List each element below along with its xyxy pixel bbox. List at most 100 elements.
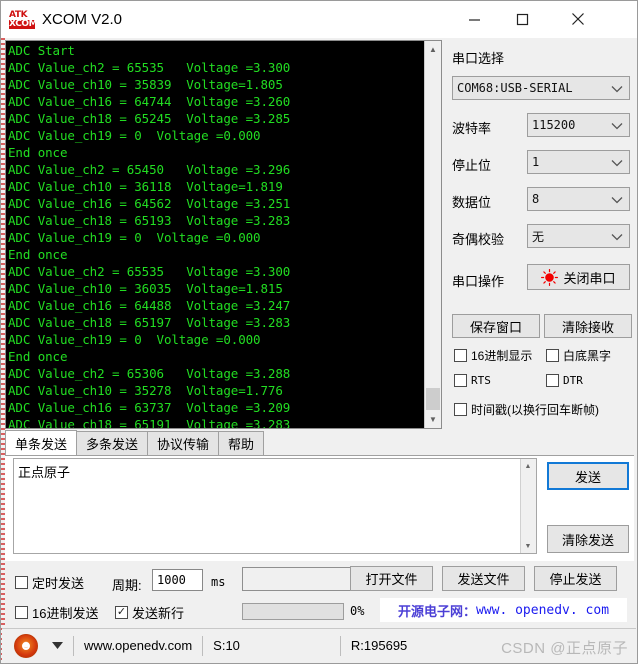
save-window-label: 保存窗口 bbox=[469, 319, 522, 335]
dtr-checkbox[interactable]: DTR bbox=[546, 374, 583, 387]
parity-select[interactable]: 无 bbox=[527, 224, 630, 248]
white-bg-checkbox[interactable]: 白底黑字 bbox=[546, 347, 611, 364]
chevron-down-icon bbox=[611, 188, 623, 212]
checkbox-box bbox=[546, 349, 559, 362]
rts-checkbox[interactable]: RTS bbox=[454, 374, 491, 387]
minimize-button[interactable] bbox=[451, 1, 497, 37]
chevron-down-icon bbox=[611, 225, 623, 249]
tab-protocol-transfer[interactable]: 协议传输 bbox=[147, 431, 220, 455]
close-button[interactable] bbox=[555, 1, 601, 37]
baudrate-select[interactable]: 115200 bbox=[527, 113, 630, 137]
send-button[interactable]: 发送 bbox=[547, 462, 629, 490]
tab-multi-send[interactable]: 多条发送 bbox=[76, 431, 149, 455]
xcom-window: ATK XCOM XCOM V2.0 ADC Start ADC Value_ch… bbox=[0, 0, 638, 664]
receive-scrollbar[interactable]: ▲ ▼ bbox=[424, 41, 441, 428]
status-divider bbox=[339, 635, 341, 656]
timed-send-checkbox[interactable]: 定时发送 bbox=[15, 573, 84, 592]
period-unit-label: ms bbox=[211, 575, 226, 589]
clear-send-button[interactable]: 清除发送 bbox=[547, 525, 629, 553]
send-file-button[interactable]: 发送文件 bbox=[442, 566, 525, 591]
timestamp-checkbox[interactable]: 时间戳(以换行回车断帧) bbox=[454, 401, 599, 418]
terminal-line: ADC Value_ch10 = 36035 Voltage=1.815 bbox=[8, 281, 283, 296]
checkbox-box bbox=[115, 606, 128, 619]
receive-text[interactable]: ADC Start ADC Value_ch2 = 65535 Voltage =… bbox=[6, 41, 424, 428]
send-textarea[interactable]: 正点原子 bbox=[14, 459, 520, 553]
rts-label: RTS bbox=[471, 374, 491, 387]
status-divider bbox=[73, 635, 74, 656]
baudrate-label: 波特率 bbox=[452, 121, 492, 136]
checkbox-box bbox=[546, 374, 559, 387]
hex-display-checkbox[interactable]: 16进制显示 bbox=[454, 347, 532, 364]
openedv-banner-en: www. openedv. com bbox=[475, 602, 610, 618]
send-newline-checkbox[interactable]: 发送新行 bbox=[115, 603, 184, 622]
scroll-down-icon[interactable]: ▼ bbox=[425, 411, 441, 428]
open-file-button[interactable]: 打开文件 bbox=[350, 566, 433, 591]
timed-send-label: 定时发送 bbox=[32, 576, 85, 591]
databits-select[interactable]: 8 bbox=[527, 187, 630, 211]
bottom-controls: 定时发送 周期: 1000 ms 16进制发送 发送新行 0% 打开文件 发送文… bbox=[5, 561, 634, 629]
openedv-logo-icon bbox=[14, 633, 38, 658]
openedv-banner: 开源电子网： www. openedv. com bbox=[380, 598, 627, 622]
databits-value: 8 bbox=[532, 192, 540, 206]
send-button-label: 发送 bbox=[574, 469, 601, 485]
send-scrollbar[interactable]: ▲ ▼ bbox=[520, 459, 536, 553]
operation-label: 串口操作 bbox=[452, 274, 505, 289]
port-group-label: 串口选择 bbox=[452, 51, 505, 66]
logo-line-2: XCOM bbox=[9, 18, 38, 29]
chevron-down-icon bbox=[611, 77, 623, 101]
stopbits-label: 停止位 bbox=[452, 158, 492, 173]
open-file-label: 打开文件 bbox=[365, 572, 418, 587]
white-bg-label: 白底黑字 bbox=[563, 349, 612, 363]
terminal-line: ADC Value_ch18 = 65191 Voltage =3.283 bbox=[8, 417, 291, 428]
terminal-line: ADC Value_ch19 = 0 Voltage =0.000 bbox=[8, 230, 261, 245]
checkbox-box bbox=[454, 403, 467, 416]
status-site-link[interactable]: www.openedv.com bbox=[84, 638, 192, 653]
status-bar: www.openedv.com S:10 R:195695 CSDN @正点原子 bbox=[2, 628, 636, 662]
progress-percent-label: 0% bbox=[350, 604, 365, 618]
terminal-line: ADC Value_ch2 = 65306 Voltage =3.288 bbox=[8, 366, 291, 381]
stopbits-select[interactable]: 1 bbox=[527, 150, 630, 174]
send-progress-bar bbox=[242, 603, 344, 620]
tab-single-send[interactable]: 单条发送 bbox=[5, 430, 78, 455]
checkbox-box bbox=[15, 606, 28, 619]
send-file-label: 发送文件 bbox=[457, 572, 510, 587]
save-window-button[interactable]: 保存窗口 bbox=[452, 314, 540, 338]
terminal-line: ADC Value_ch10 = 35278 Voltage=1.776 bbox=[8, 383, 283, 398]
checkbox-box bbox=[15, 576, 28, 589]
scroll-up-icon[interactable]: ▲ bbox=[425, 41, 441, 58]
receive-area: ADC Start ADC Value_ch2 = 65535 Voltage =… bbox=[5, 40, 442, 429]
port-select[interactable]: COM68:USB-SERIAL bbox=[452, 76, 630, 100]
dtr-label: DTR bbox=[563, 374, 583, 387]
stop-send-button[interactable]: 停止发送 bbox=[534, 566, 617, 591]
terminal-line: ADC Value_ch18 = 65193 Voltage =3.283 bbox=[8, 213, 291, 228]
hex-send-checkbox[interactable]: 16进制发送 bbox=[15, 603, 98, 622]
title-bar: ATK XCOM XCOM V2.0 bbox=[1, 1, 637, 38]
terminal-line: ADC Value_ch19 = 0 Voltage =0.000 bbox=[8, 332, 261, 347]
terminal-line: ADC Value_ch10 = 35839 Voltage=1.805 bbox=[8, 77, 283, 92]
clear-send-label: 清除发送 bbox=[561, 532, 614, 548]
settings-panel: 串口选择 COM68:USB-SERIAL 波特率 115200 停止位 1 数… bbox=[448, 40, 634, 429]
terminal-line: End once bbox=[8, 145, 68, 160]
period-label: 周期: bbox=[112, 578, 142, 593]
scroll-up-icon[interactable]: ▲ bbox=[521, 459, 535, 473]
tab-help[interactable]: 帮助 bbox=[218, 431, 265, 455]
close-port-button[interactable]: 关闭串口 bbox=[527, 264, 630, 290]
terminal-line: ADC Value_ch16 = 64744 Voltage =3.260 bbox=[8, 94, 291, 109]
stopbits-value: 1 bbox=[532, 155, 540, 169]
send-mode-tabs: 单条发送 多条发送 协议传输 帮助 bbox=[5, 430, 634, 456]
file-path-input[interactable] bbox=[242, 567, 352, 591]
maximize-button[interactable] bbox=[499, 1, 545, 37]
send-panel: 正点原子 ▲ ▼ 发送 清除发送 bbox=[5, 456, 634, 561]
clear-receive-button[interactable]: 清除接收 bbox=[544, 314, 632, 338]
terminal-line: ADC Value_ch18 = 65197 Voltage =3.283 bbox=[8, 315, 291, 330]
scrollbar-thumb[interactable] bbox=[426, 388, 440, 410]
databits-label: 数据位 bbox=[452, 195, 492, 210]
baudrate-value: 115200 bbox=[532, 118, 576, 132]
period-input[interactable]: 1000 bbox=[152, 569, 203, 591]
terminal-line: ADC Value_ch16 = 64562 Voltage =3.251 bbox=[8, 196, 291, 211]
chevron-down-icon[interactable] bbox=[52, 641, 63, 651]
scroll-down-icon[interactable]: ▼ bbox=[521, 539, 535, 553]
status-sent-count: S:10 bbox=[213, 638, 240, 653]
chevron-down-icon bbox=[611, 114, 623, 138]
terminal-line: ADC Value_ch18 = 65245 Voltage =3.285 bbox=[8, 111, 291, 126]
